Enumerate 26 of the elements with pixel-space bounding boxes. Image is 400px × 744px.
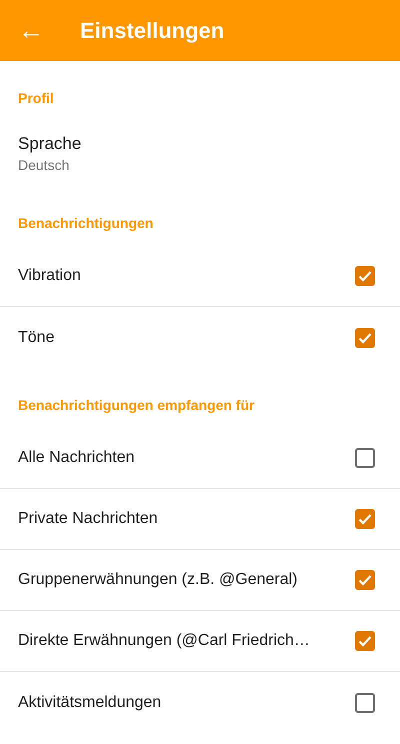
checkbox[interactable]: [355, 570, 375, 590]
checkbox[interactable]: [355, 448, 375, 468]
item-label: Private Nachrichten: [18, 509, 158, 529]
section-heading: Benachrichtigungen: [18, 214, 154, 233]
checkbox[interactable]: [355, 328, 375, 348]
item-label: Aktivitätsmeldungen: [18, 692, 162, 712]
check-icon: [358, 635, 372, 647]
check-icon: [358, 332, 372, 344]
app-bar-title: Einstellungen: [80, 17, 224, 45]
item-label: Töne: [18, 328, 54, 348]
checkbox[interactable]: [355, 266, 375, 286]
item-label: Direkte Erwähnungen (@Carl Friedrich…: [18, 631, 310, 651]
item-label: Gruppenerwähnungen (z.B. @General): [18, 570, 298, 590]
item-value: Deutsch: [18, 156, 70, 174]
item-label: Sprache: [18, 132, 82, 154]
checkbox[interactable]: [355, 692, 375, 712]
section-heading: Profil: [18, 89, 54, 108]
check-icon: [358, 513, 372, 525]
check-icon: [358, 270, 372, 282]
check-icon: [358, 574, 372, 586]
checkbox[interactable]: [355, 509, 375, 529]
item-label: Alle Nachrichten: [18, 448, 134, 468]
settings-item[interactable]: Sprache Deutsch: [0, 121, 400, 186]
section-heading: Benachrichtigungen empfangen für: [18, 396, 254, 415]
item-label: Vibration: [18, 266, 81, 286]
checkbox[interactable]: [355, 631, 375, 651]
